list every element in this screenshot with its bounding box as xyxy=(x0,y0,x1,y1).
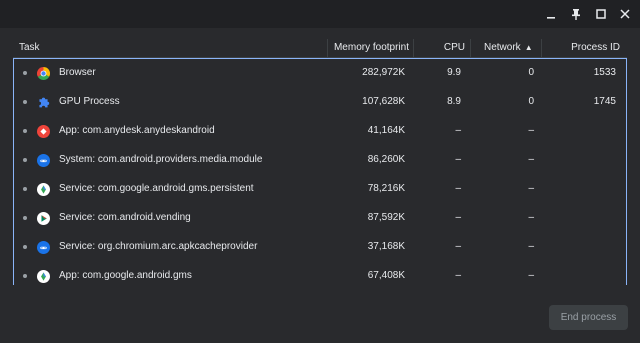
network-value: – xyxy=(528,212,534,223)
minimize-icon[interactable] xyxy=(541,4,561,24)
network-value: – xyxy=(528,183,534,194)
task-manager-window: Task Memory footprint CPU Network ▲ Proce… xyxy=(0,0,640,343)
table-row[interactable]: App: com.anydesk.anydeskandroid 41,164K – – xyxy=(14,117,626,146)
close-icon[interactable] xyxy=(615,4,635,24)
table-row[interactable]: GPU Process 107,628K 8.9 0 1745 xyxy=(14,88,626,117)
table-row[interactable]: Browser 282,972K 9.9 0 1533 xyxy=(14,59,626,88)
table-row[interactable]: Service: com.google.android.gms.persiste… xyxy=(14,175,626,204)
table-row[interactable]: Service: com.android.vending 87,592K – – xyxy=(14,204,626,233)
process-id-value: 1745 xyxy=(593,96,616,107)
table-row[interactable]: System: com.android.providers.media.modu… xyxy=(14,146,626,175)
title-bar xyxy=(0,0,640,28)
maximize-icon[interactable] xyxy=(591,4,611,24)
network-value: – xyxy=(528,154,534,165)
end-process-button[interactable]: End process xyxy=(549,305,628,330)
table-row[interactable]: App: com.google.android.gms 67,408K – – xyxy=(14,262,626,285)
table-body: Browser 282,972K 9.9 0 1533 GPU Process 107,62… xyxy=(13,58,627,285)
process-id-value: 1533 xyxy=(593,67,616,78)
network-value: – xyxy=(528,270,534,281)
header-process-id[interactable]: Process ID xyxy=(13,42,620,53)
process-table: Task Memory footprint CPU Network ▲ Proce… xyxy=(13,39,627,285)
table-row[interactable]: Service: org.chromium.arc.apkcacheprovid… xyxy=(14,233,626,262)
table-header: Task Memory footprint CPU Network ▲ Proce… xyxy=(13,39,627,58)
network-value: – xyxy=(528,241,534,252)
network-value: – xyxy=(528,125,534,136)
pin-icon[interactable] xyxy=(566,4,586,24)
